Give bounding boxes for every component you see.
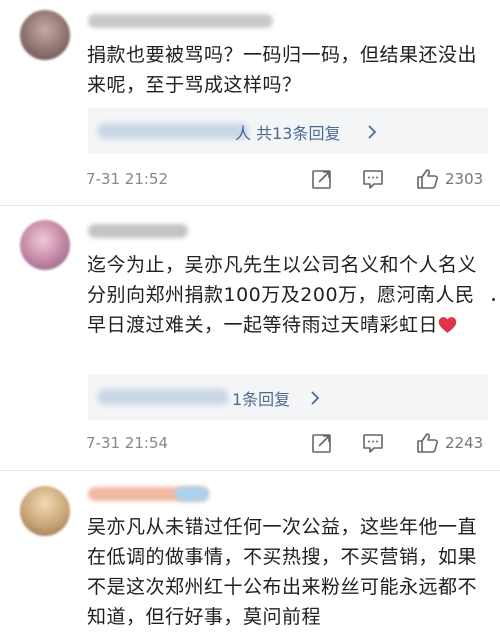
heart-icon bbox=[438, 317, 457, 333]
chevron-right-icon bbox=[368, 125, 377, 139]
like-icon[interactable] bbox=[416, 431, 440, 455]
avatar[interactable] bbox=[20, 220, 70, 270]
reply-users-blurred bbox=[98, 389, 228, 405]
comment-text-content: 迄今为止，吴亦凡先生以公司名义和个人名义分别向郑州捐款100万及200万，愿河南… bbox=[87, 254, 478, 336]
divider bbox=[0, 470, 500, 471]
comment-text: 吴亦凡从未错过任何一次公益，这些年他一直在低调的做事情，不买热搜，不买营销，如果… bbox=[87, 516, 478, 628]
divider bbox=[0, 205, 500, 206]
username-blurred[interactable] bbox=[88, 14, 273, 28]
username-blurred[interactable] bbox=[88, 224, 188, 238]
reply-count-link[interactable]: 1条回复 bbox=[232, 386, 290, 410]
comment-text: 捐款也要被骂吗？一码归一码，但结果还没出来呢，至于骂成这样吗？ bbox=[87, 44, 478, 96]
comment-date: 7-31 21:54 bbox=[86, 434, 169, 452]
chevron-right-icon bbox=[311, 391, 320, 405]
comment-date: 7-31 21:52 bbox=[86, 170, 169, 188]
reply-preview[interactable]: 1条回复 bbox=[88, 374, 488, 420]
reply-count-link[interactable]: 人 共13条回复 bbox=[235, 120, 340, 144]
like-count: 2303 bbox=[445, 170, 484, 188]
badge-blurred bbox=[175, 487, 209, 501]
reply-preview[interactable]: 人 共13条回复 bbox=[88, 108, 488, 154]
comment-meta: 7-31 21:52 2303 bbox=[86, 167, 492, 193]
reply-users-blurred bbox=[98, 123, 248, 139]
artifact-dot bbox=[492, 298, 495, 301]
comment-icon[interactable] bbox=[361, 431, 385, 455]
share-icon[interactable] bbox=[310, 431, 334, 455]
like-count: 2243 bbox=[445, 434, 484, 452]
like-icon[interactable] bbox=[416, 167, 440, 191]
comment-meta: 7-31 21:54 2243 bbox=[86, 431, 492, 457]
comment-icon[interactable] bbox=[361, 167, 385, 191]
share-icon[interactable] bbox=[310, 167, 334, 191]
comment-text: 迄今为止，吴亦凡先生以公司名义和个人名义分别向郑州捐款100万及200万，愿河南… bbox=[87, 250, 492, 340]
avatar[interactable] bbox=[20, 486, 70, 536]
avatar[interactable] bbox=[20, 10, 70, 60]
